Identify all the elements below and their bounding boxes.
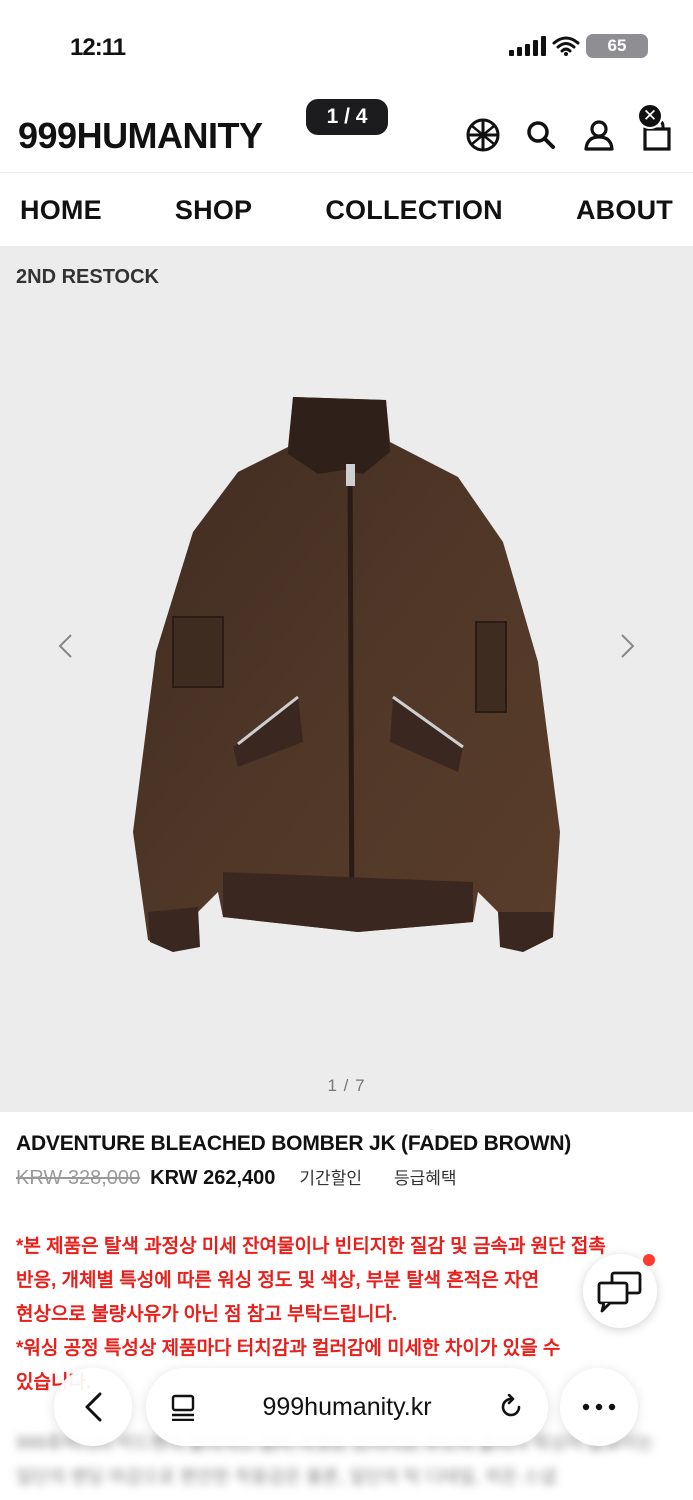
- notice-line: *본 제품은 탈색 과정상 미세 잔여물이나 빈티지한 질감 및 금속과 원단 …: [16, 1236, 606, 1257]
- chevron-right-icon: [621, 634, 635, 658]
- product-gallery[interactable]: 2ND RESTOCK 1 / 7: [0, 246, 693, 1112]
- chat-icon: [597, 1271, 642, 1313]
- price-row: KRW 328,000 KRW 262,400 기간할인 등급혜택: [16, 1164, 677, 1190]
- gallery-counter: 1 / 7: [327, 1076, 366, 1095]
- main-nav: HOME SHOP COLLECTION ABOUT: [0, 174, 693, 246]
- nav-home[interactable]: HOME: [20, 195, 102, 226]
- browser-toolbar: 999humanity.kr: [0, 1368, 693, 1448]
- product-image: [133, 397, 560, 952]
- globe-icon[interactable]: [465, 117, 501, 153]
- more-button[interactable]: [560, 1368, 638, 1446]
- reader-icon[interactable]: [170, 1393, 196, 1421]
- status-indicators: 65: [509, 34, 648, 58]
- battery-indicator: 65: [586, 34, 648, 58]
- description-line: 일단의 밴딩 마감으로 편안한 착용감은 물론, 일단의 턱 디테일, 히든 스…: [16, 1467, 557, 1487]
- more-icon: [582, 1403, 616, 1411]
- notification-dot: [643, 1254, 655, 1266]
- site-logo[interactable]: 999HUMANITY: [18, 115, 263, 157]
- restock-badge: 2ND RESTOCK: [16, 266, 159, 288]
- status-bar: 12:11 65: [0, 0, 693, 95]
- period-discount-tag[interactable]: 기간할인: [299, 1164, 362, 1189]
- sale-price: KRW 262,400: [150, 1167, 276, 1189]
- product-title: ADVENTURE BLEACHED BOMBER JK (FADED BROW…: [16, 1132, 572, 1155]
- product-info: ADVENTURE BLEACHED BOMBER JK (FADED BROW…: [0, 1112, 693, 1400]
- gallery-next-button[interactable]: [613, 626, 643, 666]
- user-icon[interactable]: [581, 117, 617, 153]
- page-indicator: 1 / 4: [306, 99, 388, 135]
- nav-collection[interactable]: COLLECTION: [325, 195, 503, 226]
- url-text: 999humanity.kr: [262, 1392, 432, 1421]
- wifi-icon: [552, 36, 580, 56]
- search-icon[interactable]: [523, 117, 559, 153]
- back-button[interactable]: [54, 1368, 132, 1446]
- chevron-left-icon: [85, 1392, 102, 1422]
- site-header: 999HUMANITY 1 / 4 ✕: [0, 95, 693, 173]
- address-bar[interactable]: 999humanity.kr: [146, 1368, 548, 1446]
- tier-benefit-tag[interactable]: 등급혜택: [394, 1164, 457, 1189]
- gallery-prev-button[interactable]: [50, 626, 80, 666]
- status-time: 12:11: [70, 34, 126, 61]
- notice-line: *워싱 공정 특성상 제품마다 터치감과 컬러감에 미세한 차이가 있을 수: [16, 1338, 561, 1359]
- close-icon[interactable]: ✕: [637, 103, 663, 129]
- nav-about[interactable]: ABOUT: [576, 195, 673, 226]
- reload-icon[interactable]: [498, 1394, 524, 1420]
- battery-level: 65: [607, 36, 627, 55]
- original-price: KRW 328,000: [16, 1167, 141, 1189]
- nav-shop[interactable]: SHOP: [175, 195, 252, 226]
- chevron-left-icon: [58, 634, 72, 658]
- signal-icon: [509, 36, 546, 56]
- chat-button[interactable]: [583, 1254, 657, 1328]
